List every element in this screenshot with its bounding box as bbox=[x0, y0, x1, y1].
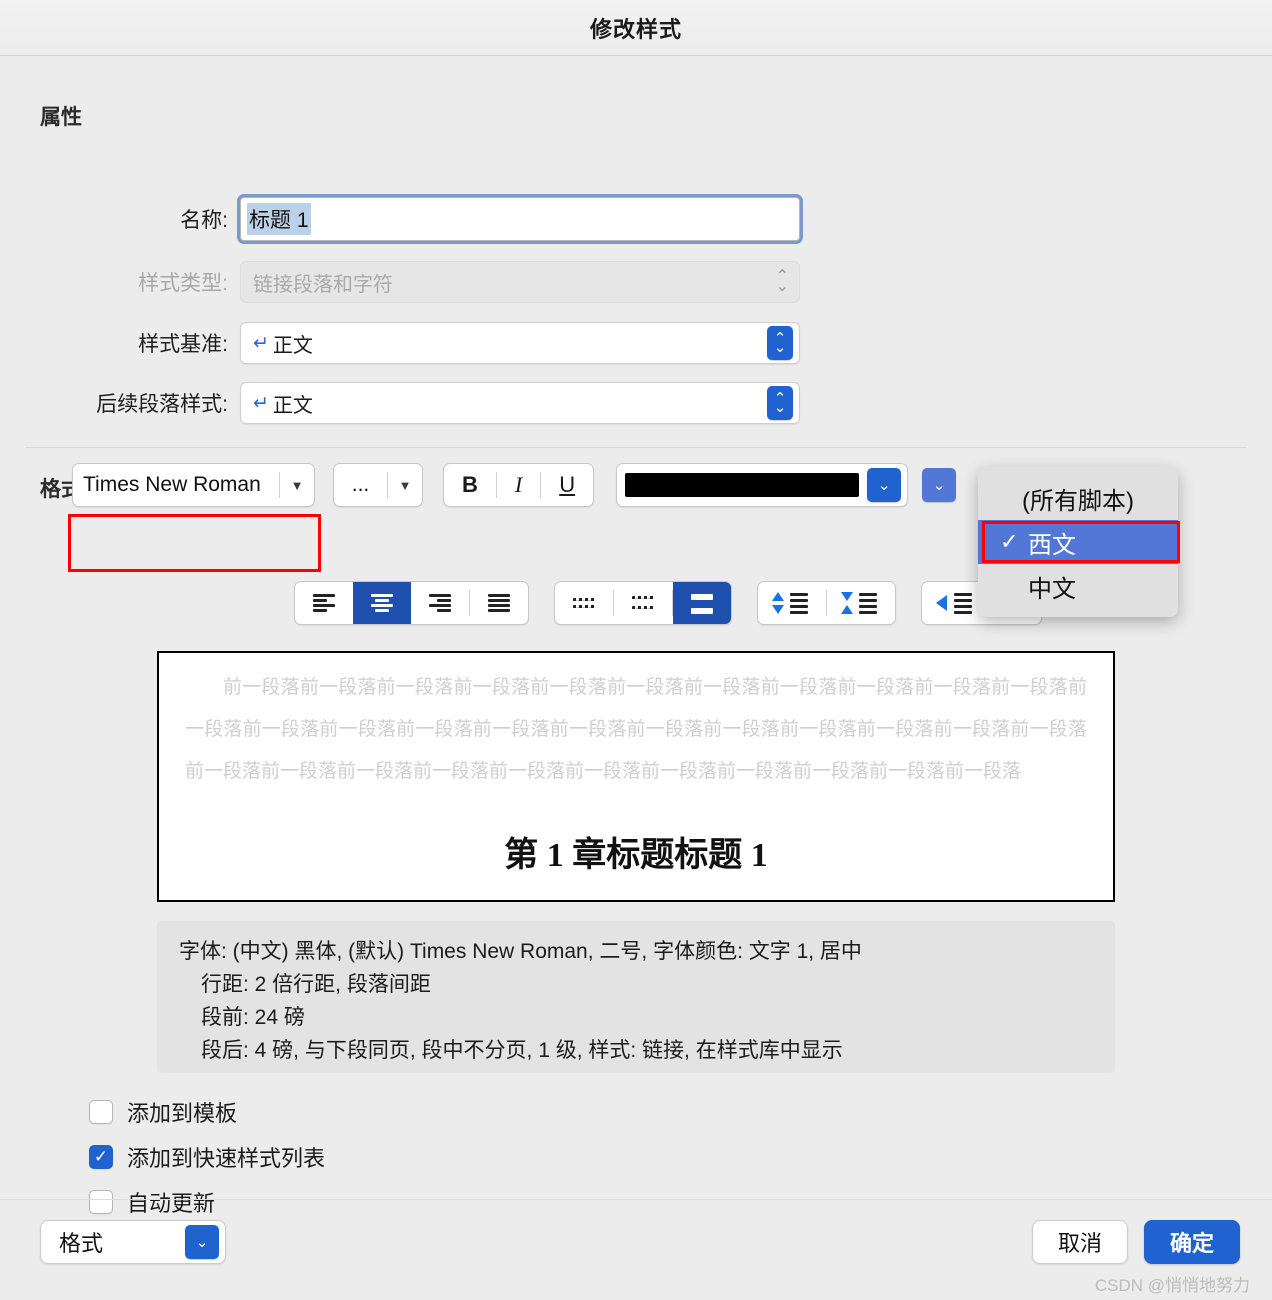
style-preview: 前一段落前一段落前一段落前一段落前一段落前一段落前一段落前一段落前一段落前一段落… bbox=[157, 651, 1115, 902]
format-menu-label: 格式 bbox=[59, 1231, 104, 1256]
italic-button[interactable]: I bbox=[497, 464, 540, 506]
style-base-value: 正文 bbox=[272, 334, 313, 357]
selected-script-highlight-annotation bbox=[982, 521, 1180, 563]
font-name-value: Times New Roman bbox=[83, 473, 261, 496]
chevron-updown-icon: ⌃ ⌄ bbox=[775, 268, 789, 295]
dialog-content: 属性 名称: 标题 1 样式类型: 链接段落和字符 ⌃ ⌄ 样式基准: ↵ 正文 … bbox=[0, 56, 1272, 1216]
description-line: 行距: 2 倍行距, 段落间距 bbox=[201, 973, 431, 996]
line-spacing-double-button[interactable] bbox=[673, 582, 731, 624]
line-spacing-single-button[interactable] bbox=[555, 582, 613, 624]
chevron-updown-icon[interactable]: ⌃ ⌄ bbox=[767, 326, 793, 360]
add-to-template-checkbox[interactable] bbox=[89, 1100, 113, 1124]
font-name-highlight-annotation bbox=[68, 514, 321, 572]
menu-item-label: (所有脚本) bbox=[1022, 487, 1134, 515]
increase-space-before-button[interactable] bbox=[758, 582, 826, 624]
description-line: 字体: (中文) 黑体, (默认) Times New Roman, 二号, 字… bbox=[179, 940, 862, 963]
next-style-row: 后续段落样式: ↵ 正文 ⌃ ⌄ bbox=[40, 382, 800, 424]
align-left-icon bbox=[313, 593, 335, 613]
align-center-button[interactable] bbox=[353, 582, 411, 624]
font-size-value: ... bbox=[351, 473, 370, 496]
style-type-value: 链接段落和字符 bbox=[253, 273, 393, 296]
name-row: 名称: 标题 1 bbox=[40, 197, 800, 241]
style-type-row: 样式类型: 链接段落和字符 ⌃ ⌄ bbox=[40, 261, 800, 303]
bold-button[interactable]: B bbox=[444, 464, 496, 506]
properties-section-label: 属性 bbox=[40, 106, 82, 129]
next-style-select[interactable]: ↵ 正文 ⌃ ⌄ bbox=[240, 382, 800, 424]
description-line: 段后: 4 磅, 与下段同页, 段中不分页, 1 级, 样式: 链接, 在样式库… bbox=[201, 1039, 843, 1062]
description-line: 段前: 24 磅 bbox=[201, 1006, 305, 1029]
line-spacing-single-icon bbox=[573, 593, 595, 613]
style-name-input[interactable]: 标题 1 bbox=[240, 197, 800, 241]
align-justify-icon bbox=[488, 593, 510, 613]
style-base-row: 样式基准: ↵ 正文 ⌃ ⌄ bbox=[40, 322, 800, 364]
menu-item-chinese[interactable]: 中文 bbox=[978, 564, 1178, 608]
style-type-select: 链接段落和字符 ⌃ ⌄ bbox=[240, 261, 800, 303]
format-toolbar-row-1: Times New Roman ▼ ... ▼ B I U ⌄ ⌄ bbox=[72, 463, 957, 507]
style-description: 字体: (中文) 黑体, (默认) Times New Roman, 二号, 字… bbox=[157, 921, 1115, 1073]
line-spacing-double-icon bbox=[691, 593, 713, 614]
font-name-combo[interactable]: Times New Roman ▼ bbox=[72, 463, 315, 507]
line-spacing-group bbox=[554, 581, 732, 625]
next-style-label: 后续段落样式: bbox=[96, 393, 228, 416]
downup-arrows-icon bbox=[841, 592, 853, 614]
format-toolbar-row-2 bbox=[294, 581, 1042, 625]
updown-arrows-icon bbox=[772, 592, 784, 614]
font-color-control[interactable]: ⌄ bbox=[616, 463, 909, 507]
watermark: CSDN @悄悄地努力 bbox=[1094, 1276, 1250, 1295]
section-divider bbox=[25, 447, 1247, 448]
dialog-titlebar: 修改样式 bbox=[0, 0, 1272, 56]
alignment-group bbox=[294, 581, 529, 625]
line-spacing-onehalf-icon bbox=[632, 593, 654, 613]
line-spacing-onehalf-button[interactable] bbox=[614, 582, 672, 624]
align-justify-button[interactable] bbox=[470, 582, 528, 624]
style-base-select[interactable]: ↵ 正文 ⌃ ⌄ bbox=[240, 322, 800, 364]
underline-button[interactable]: U bbox=[541, 464, 593, 506]
name-label: 名称: bbox=[180, 209, 228, 232]
ok-button[interactable]: 确定 bbox=[1144, 1220, 1240, 1264]
style-name-value: 标题 1 bbox=[247, 203, 311, 235]
cancel-button[interactable]: 取消 bbox=[1032, 1220, 1128, 1264]
paragraph-spacing-group bbox=[757, 581, 896, 625]
add-to-template-checkbox-row[interactable]: 添加到模板 bbox=[89, 1096, 237, 1128]
next-style-value: 正文 bbox=[272, 394, 313, 417]
paragraph-mark-icon: ↵ bbox=[253, 392, 269, 414]
format-menu-button[interactable]: 格式 ⌄ bbox=[40, 1220, 226, 1264]
align-right-icon bbox=[429, 593, 451, 613]
dialog-footer: 格式 ⌄ 取消 确定 CSDN @悄悄地努力 bbox=[0, 1199, 1272, 1300]
align-left-button[interactable] bbox=[295, 582, 353, 624]
menu-item-label: 中文 bbox=[1028, 575, 1076, 603]
italic-icon: I bbox=[514, 472, 523, 497]
script-popup-chevron-icon[interactable]: ⌄ bbox=[922, 468, 957, 502]
add-to-template-label: 添加到模板 bbox=[127, 1101, 238, 1126]
style-base-label: 样式基准: bbox=[138, 333, 228, 356]
underline-icon: U bbox=[559, 472, 576, 497]
add-to-quick-styles-checkbox[interactable]: ✓ bbox=[89, 1145, 113, 1169]
align-right-button[interactable] bbox=[411, 582, 469, 624]
modify-style-dialog: 修改样式 属性 名称: 标题 1 样式类型: 链接段落和字符 ⌃ ⌄ 样式基准: … bbox=[0, 0, 1272, 1300]
paragraph-mark-icon: ↵ bbox=[253, 332, 269, 354]
chevron-down-icon[interactable]: ⌄ bbox=[867, 468, 902, 502]
paragraph-lines-icon bbox=[790, 593, 812, 614]
font-color-swatch[interactable] bbox=[625, 473, 860, 497]
style-type-label: 样式类型: bbox=[138, 272, 228, 295]
add-to-quick-styles-checkbox-row[interactable]: ✓ 添加到快速样式列表 bbox=[89, 1141, 325, 1173]
text-style-group: B I U bbox=[443, 463, 595, 507]
indent-lines-icon bbox=[954, 593, 976, 614]
align-center-icon bbox=[371, 593, 393, 613]
arrow-left-icon bbox=[936, 595, 947, 611]
preview-paragraph: 前一段落前一段落前一段落前一段落前一段落前一段落前一段落前一段落前一段落前一段落… bbox=[185, 677, 1087, 782]
chevron-down-icon[interactable]: ⌄ bbox=[185, 1225, 219, 1259]
chevron-updown-icon[interactable]: ⌃ ⌄ bbox=[767, 386, 793, 420]
preview-headline: 第 1 章标题标题 1 bbox=[504, 837, 768, 874]
bold-icon: B bbox=[462, 472, 478, 497]
chevron-down-icon[interactable]: ▼ bbox=[280, 464, 314, 506]
paragraph-lines-icon bbox=[859, 593, 881, 614]
menu-item-all-scripts[interactable]: (所有脚本) bbox=[978, 476, 1178, 520]
increase-space-after-button[interactable] bbox=[827, 582, 895, 624]
add-to-quick-styles-label: 添加到快速样式列表 bbox=[127, 1146, 326, 1171]
dialog-title: 修改样式 bbox=[589, 16, 682, 42]
chevron-down-icon[interactable]: ▼ bbox=[388, 464, 422, 506]
font-size-combo[interactable]: ... ▼ bbox=[333, 463, 423, 507]
